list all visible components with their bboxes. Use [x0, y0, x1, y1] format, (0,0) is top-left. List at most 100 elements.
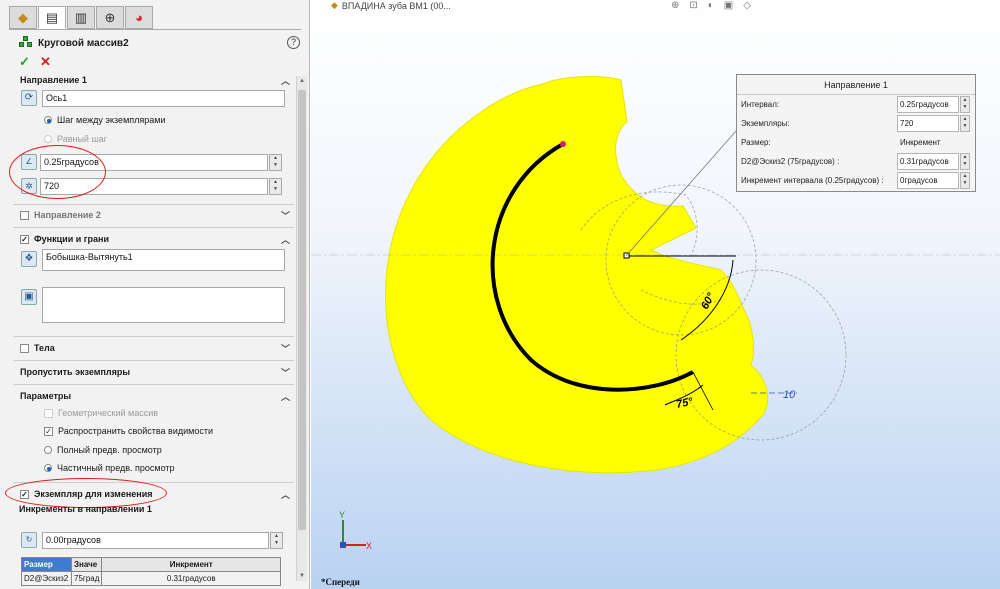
bodies-header-label: Тела — [34, 343, 55, 353]
radio-button — [44, 135, 52, 143]
propagate-visual-label: Распространить свойства видимости — [58, 426, 213, 436]
y-axis-label: Y — [339, 510, 345, 520]
table-header-cell[interactable]: Инкремент — [101, 557, 281, 572]
callout-instances-value[interactable]: 720 — [897, 115, 959, 132]
scroll-up-icon[interactable]: ▲ — [298, 78, 306, 84]
faces-list[interactable] — [42, 287, 285, 323]
table-row[interactable]: D2@Эскиз2 75град 0.31градусов — [21, 571, 281, 586]
skip-instances-header[interactable]: Пропустить экземпляры ﹀ — [13, 363, 294, 381]
angle-spinner[interactable]: ▲ ▼ — [269, 154, 282, 171]
equal-spacing-label: Равный шаг — [57, 134, 107, 144]
full-preview-option[interactable]: Полный предв. просмотр — [44, 445, 162, 455]
direction2-checkbox[interactable] — [20, 210, 29, 220]
partial-preview-label: Частичный предв. просмотр — [57, 463, 175, 473]
callout-d2-value[interactable]: 0.31градусов — [897, 153, 959, 170]
chevron-up-icon: ︿ — [280, 392, 290, 402]
view-orientation-label: *Спереди — [321, 577, 360, 587]
spacing-increment-icon: ↻ — [21, 532, 37, 548]
axis-field[interactable]: Ось1 — [42, 90, 285, 107]
feature-tree-icon: ◆ — [18, 9, 28, 25]
table-cell[interactable]: 0.31градусов — [101, 571, 281, 586]
spacing-between-option[interactable]: Шаг между экземплярами — [44, 115, 165, 125]
bodies-header[interactable]: Тела ﹀ — [13, 339, 294, 357]
table-header-cell[interactable]: Значе — [70, 557, 103, 572]
instances-spinner[interactable]: ▲ ▼ — [269, 178, 282, 195]
geometry-pattern-option[interactable]: Геометрический массив — [44, 408, 158, 418]
equal-spacing-option[interactable]: Равный шаг — [44, 134, 107, 144]
crosshair-icon: ⊕ — [104, 9, 116, 25]
section-divider — [13, 336, 294, 337]
direction1-callout: Направление 1 Интервал: 0.25градусов ▲ ▼ … — [736, 74, 976, 192]
direction2-header-label: Направление 2 — [34, 210, 101, 220]
faces-icon: ▣ — [21, 289, 37, 305]
table-cell[interactable]: D2@Эскиз2 — [21, 571, 72, 586]
features-faces-header-label: Функции и грани — [34, 234, 109, 244]
property-manager-tab[interactable]: ▤ — [38, 6, 66, 29]
checkbox: ✓ — [44, 426, 53, 436]
callout-spinner[interactable]: ▲ ▼ — [960, 96, 970, 113]
direction2-header[interactable]: Направление 2 ﹀ — [13, 206, 294, 224]
scrollbar-thumb[interactable] — [298, 90, 306, 530]
property-manager-panel: ◆ ▤ ▥ ⊕ ◕ Круговой массив2 ? ✓ ✕ Направл… — [0, 0, 310, 589]
direction1-header[interactable]: Направление 1 ︿ — [13, 71, 294, 89]
geometry-pattern-label: Геометрический массив — [58, 408, 159, 418]
radio-button — [44, 464, 52, 472]
feature-manager-tab[interactable]: ◆ — [9, 6, 37, 29]
direction1-header-label: Направление 1 — [20, 75, 87, 85]
bodies-checkbox[interactable] — [20, 343, 29, 353]
propagate-visual-option[interactable]: ✓ Распространить свойства видимости — [44, 426, 213, 436]
chevron-down-icon: ﹀ — [280, 344, 290, 354]
skip-instances-header-label: Пропустить экземпляры — [20, 367, 131, 377]
chevron-up-icon: ︿ — [280, 490, 290, 500]
chevron-down-icon: ﹀ — [280, 211, 290, 221]
options-header[interactable]: Параметры ︿ — [13, 387, 294, 405]
part-body[interactable] — [385, 76, 769, 474]
options-header-label: Параметры — [20, 391, 72, 401]
rotation-axis-icon[interactable]: ⟳ — [21, 90, 37, 106]
radio-button — [44, 116, 52, 124]
manager-tab-bar: ◆ ▤ ▥ ⊕ ◕ — [9, 6, 153, 30]
features-list[interactable]: Бобышка-Вытянуть1 — [42, 249, 285, 271]
close-icon: ✕ — [40, 54, 51, 69]
display-manager-tab[interactable]: ◕ — [125, 6, 153, 29]
features-faces-checkbox[interactable]: ✓ — [20, 234, 29, 244]
spacing-between-label: Шаг между экземплярами — [57, 115, 166, 125]
dimension-label-10[interactable]: 10 — [783, 389, 796, 401]
callout-label: Инкремент интервала (0.25градусов) : — [741, 176, 884, 185]
x-axis-label: X — [366, 541, 372, 551]
feature-title-label: Круговой массив2 — [38, 37, 129, 49]
callout-title: Направление 1 — [737, 75, 975, 95]
section-divider — [13, 360, 294, 361]
callout-spinner[interactable]: ▲ ▼ — [960, 153, 970, 170]
tab-divider — [9, 29, 301, 30]
callout-spinner[interactable]: ▲ ▼ — [960, 172, 970, 189]
full-preview-label: Полный предв. просмотр — [57, 445, 162, 455]
cancel-button[interactable]: ✕ — [40, 54, 51, 70]
radio-button — [44, 446, 52, 454]
callout-interval-increment-value[interactable]: 0градусов — [897, 172, 959, 189]
spacing-increment-spinner[interactable]: ▲ ▼ — [270, 532, 283, 549]
table-header-cell[interactable]: Размер — [21, 557, 72, 572]
table-cell[interactable]: 75град — [70, 571, 103, 586]
partial-preview-option[interactable]: Частичный предв. просмотр — [44, 463, 175, 473]
dimxpert-manager-tab[interactable]: ⊕ — [96, 6, 124, 29]
configuration-manager-tab[interactable]: ▥ — [67, 6, 95, 29]
panel-scrollbar[interactable]: ▲ ▼ — [296, 76, 307, 581]
chevron-up-icon: ︿ — [280, 76, 290, 86]
section-divider — [13, 384, 294, 385]
configuration-icon: ▥ — [74, 9, 88, 25]
callout-interval-value[interactable]: 0.25градусов — [897, 96, 959, 113]
spacing-increment-field[interactable]: 0.00градусов — [42, 532, 269, 549]
table-header-row: Размер Значе Инкремент — [21, 557, 281, 572]
callout-spinner[interactable]: ▲ ▼ — [960, 115, 970, 132]
callout-label: D2@Эскиз2 (75градусов) : — [741, 157, 840, 166]
ok-button[interactable]: ✓ — [19, 54, 30, 70]
increments-subheader: Инкременты в направлении 1 — [19, 504, 152, 514]
help-button[interactable]: ? — [287, 36, 300, 49]
callout-label: Размер: — [741, 138, 771, 147]
section-divider — [13, 227, 294, 228]
features-icon: ❖ — [21, 251, 37, 267]
features-faces-header[interactable]: ✓ Функции и грани ︿ — [13, 230, 294, 248]
scroll-down-icon[interactable]: ▼ — [298, 573, 306, 579]
arc-endpoint[interactable] — [560, 141, 566, 147]
